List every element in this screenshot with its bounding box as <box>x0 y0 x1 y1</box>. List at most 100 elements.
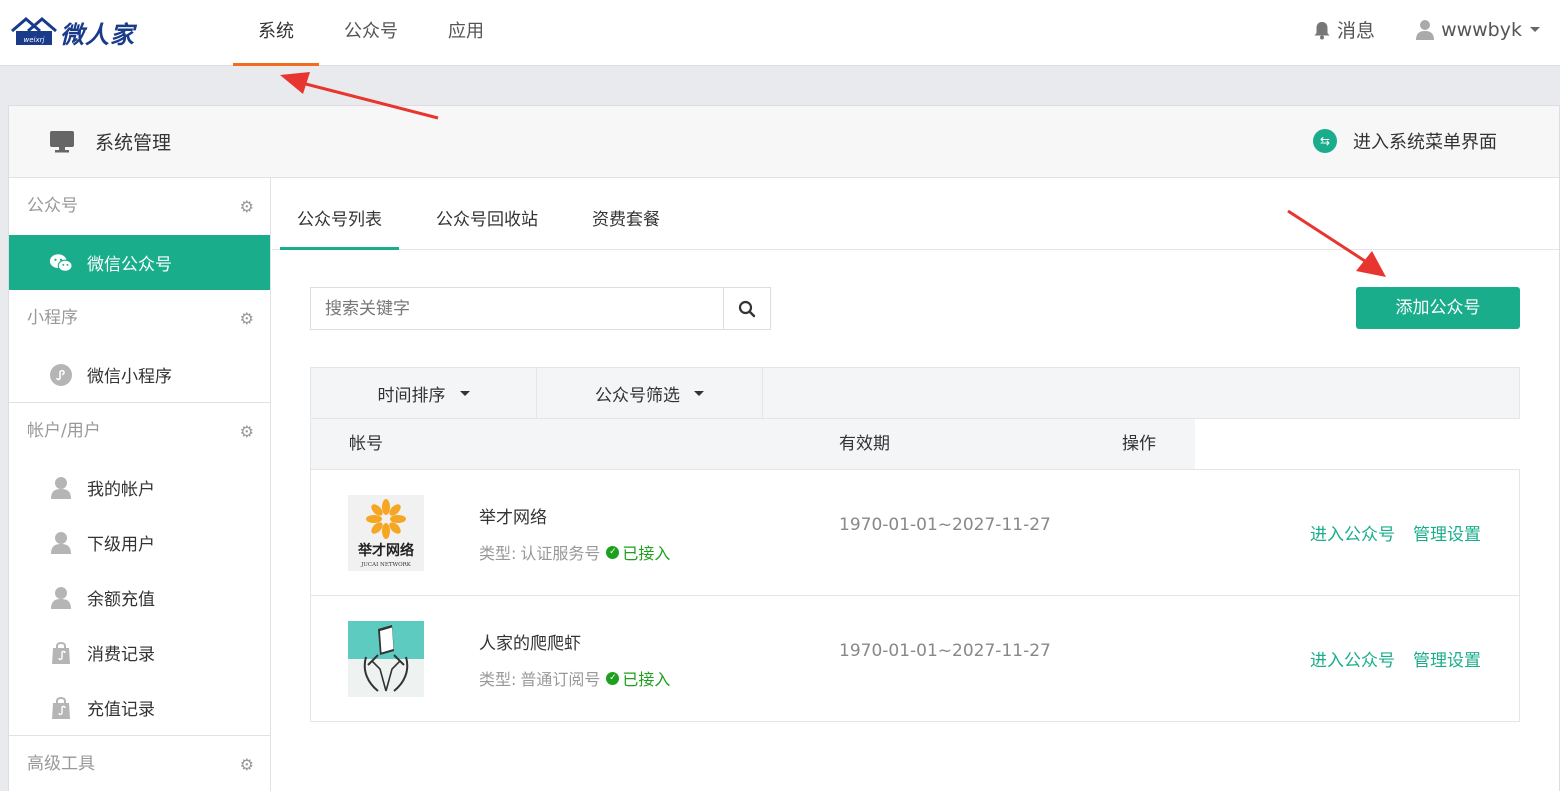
enter-system-menu-link[interactable]: ⇆ 进入系统菜单界面 <box>1313 128 1497 154</box>
row-actions: 进入公众号 管理设置 <box>1292 520 1481 545</box>
sidebar-group-official-account: 公众号 ⚙ <box>9 178 270 235</box>
main-content: 公众号列表 公众号回收站 资费套餐 添加公众号 时间排序 公众号筛选 <box>272 178 1559 791</box>
panel-title: 系统管理 <box>49 128 171 155</box>
username: wwwbyk <box>1441 18 1522 41</box>
top-nav: 系统 公众号 应用 <box>233 0 509 66</box>
chevron-down-icon <box>1530 27 1540 32</box>
avatar-subtext: JUCAI NETWORK <box>360 562 412 568</box>
bag-icon <box>49 696 73 720</box>
account-type: 类型: 普通订阅号 ✓ 已接入 <box>479 666 670 690</box>
account-avatar <box>348 621 424 697</box>
tab-pricing-plans[interactable]: 资费套餐 <box>575 178 677 250</box>
user-icon <box>49 586 73 610</box>
gear-icon[interactable]: ⚙ <box>240 403 254 460</box>
search-button[interactable] <box>723 288 770 329</box>
sidebar-item-wechat-miniprogram[interactable]: 微信小程序 <box>9 347 270 402</box>
manage-settings-link[interactable]: 管理设置 <box>1413 646 1481 671</box>
sidebar-group-account-users: 帐户/用户 ⚙ <box>9 403 270 460</box>
tab-bar: 公众号列表 公众号回收站 资费套餐 <box>272 178 1559 250</box>
sidebar: 公众号 ⚙ 微信公众号 小程序 ⚙ 微信小程序 帐户/用户 ⚙ 我的帐户 下级用… <box>9 178 271 791</box>
search-box <box>310 287 771 330</box>
header-validity: 有效期 <box>839 434 890 454</box>
search-icon <box>738 300 756 317</box>
status-label: 已接入 <box>622 544 671 563</box>
account-type-value: 普通订阅号 <box>520 670 601 689</box>
top-navbar: weixrj 微人家 系统 公众号 应用 消息 wwwbyk <box>0 0 1560 66</box>
swap-icon: ⇆ <box>1313 129 1337 153</box>
account-type: 类型: 认证服务号 ✓ 已接入 <box>479 540 670 564</box>
sidebar-group-miniprogram: 小程序 ⚙ <box>9 290 270 347</box>
sidebar-item-wechat-official-account[interactable]: 微信公众号 <box>9 235 270 290</box>
sidebar-group-label: 高级工具 <box>27 754 95 774</box>
account-name: 举才网络 <box>479 508 547 528</box>
enter-system-menu-label: 进入系统菜单界面 <box>1353 132 1497 153</box>
svg-text:weixrj: weixrj <box>24 36 45 44</box>
status-label: 已接入 <box>622 670 671 689</box>
bell-icon <box>1314 21 1330 39</box>
topnav-item-apps[interactable]: 应用 <box>423 0 509 66</box>
sidebar-item-label: 微信小程序 <box>87 367 172 387</box>
search-input[interactable] <box>311 288 723 329</box>
top-right-actions: 消息 wwwbyk <box>1313 16 1540 43</box>
account-avatar: 举才网络 JUCAI NETWORK <box>348 495 424 571</box>
miniprogram-icon <box>49 363 73 387</box>
status-badge: ✓ 已接入 <box>606 666 670 690</box>
sidebar-item-label: 消费记录 <box>87 645 155 665</box>
sidebar-item-balance-recharge[interactable]: 余额充值 <box>9 570 270 625</box>
wechat-icon <box>49 251 73 275</box>
table-row: 举才网络 JUCAI NETWORK 举才网络 类型: 认证服务号 ✓ 已接入 … <box>311 470 1519 596</box>
gear-icon[interactable]: ⚙ <box>240 736 254 791</box>
filter-bar: 时间排序 公众号筛选 <box>311 368 1519 419</box>
gear-icon[interactable]: ⚙ <box>240 290 254 347</box>
sidebar-item-my-account[interactable]: 我的帐户 <box>9 460 270 515</box>
enter-account-link[interactable]: 进入公众号 <box>1310 646 1395 671</box>
table-header: 帐号 有效期 操作 <box>311 419 1520 470</box>
add-account-button[interactable]: 添加公众号 <box>1356 287 1520 329</box>
sidebar-item-recharge-records[interactable]: 充值记录 <box>9 680 270 735</box>
header-account: 帐号 <box>349 434 383 454</box>
gear-icon[interactable]: ⚙ <box>240 178 254 235</box>
topnav-item-official-account[interactable]: 公众号 <box>319 0 423 66</box>
account-type-value: 认证服务号 <box>520 544 601 563</box>
validity-period: 1970-01-01~2027-11-27 <box>839 641 1051 661</box>
tab-account-list[interactable]: 公众号列表 <box>280 178 399 250</box>
system-panel: 系统管理 ⇆ 进入系统菜单界面 公众号 ⚙ 微信公众号 小程序 ⚙ 微信小程序 … <box>8 105 1560 791</box>
sidebar-item-sub-users[interactable]: 下级用户 <box>9 515 270 570</box>
account-type-prefix: 类型: <box>479 544 517 563</box>
user-icon <box>49 476 73 500</box>
check-circle-icon: ✓ <box>606 545 620 559</box>
logo[interactable]: weixrj 微人家 <box>10 14 135 50</box>
topnav-item-system[interactable]: 系统 <box>233 0 319 66</box>
sidebar-item-label: 微信公众号 <box>87 255 172 275</box>
user-icon <box>49 531 73 555</box>
account-filter-dropdown[interactable]: 公众号筛选 <box>537 368 763 418</box>
user-menu[interactable]: wwwbyk <box>1415 19 1540 41</box>
user-icon <box>1416 19 1435 40</box>
sidebar-item-label: 充值记录 <box>87 700 155 720</box>
sidebar-item-consumption-records[interactable]: 消费记录 <box>9 625 270 680</box>
accounts-table: 时间排序 公众号筛选 帐号 有效期 操作 举才网络 JUCAI NETWORK … <box>310 367 1520 722</box>
sidebar-group-label: 帐户/用户 <box>27 421 101 441</box>
chevron-down-icon <box>694 390 704 396</box>
chevron-down-icon <box>459 390 470 396</box>
time-sort-dropdown[interactable]: 时间排序 <box>311 368 537 418</box>
sidebar-item-label: 下级用户 <box>87 535 155 555</box>
account-type-prefix: 类型: <box>479 670 517 689</box>
check-circle-icon: ✓ <box>606 671 620 685</box>
logo-text: 微人家 <box>60 19 135 49</box>
monitor-icon <box>50 130 74 152</box>
sidebar-group-advanced-tools: 高级工具 ⚙ <box>9 736 270 791</box>
tab-recycle-bin[interactable]: 公众号回收站 <box>419 178 555 250</box>
account-filter-label: 公众号筛选 <box>595 385 680 406</box>
sidebar-item-label: 余额充值 <box>87 590 155 610</box>
header-actions: 操作 <box>1122 434 1156 454</box>
panel-header: 系统管理 ⇆ 进入系统菜单界面 <box>9 106 1559 178</box>
panel-title-text: 系统管理 <box>95 132 172 154</box>
sidebar-item-label: 我的帐户 <box>87 480 155 500</box>
messages-button[interactable]: 消息 <box>1313 16 1375 43</box>
sidebar-group-label: 小程序 <box>27 308 78 328</box>
manage-settings-link[interactable]: 管理设置 <box>1413 520 1481 545</box>
enter-account-link[interactable]: 进入公众号 <box>1310 520 1395 545</box>
table-row: 人家的爬爬虾 类型: 普通订阅号 ✓ 已接入 1970-01-01~2027-1… <box>311 596 1519 722</box>
sidebar-group-label: 公众号 <box>27 196 78 216</box>
